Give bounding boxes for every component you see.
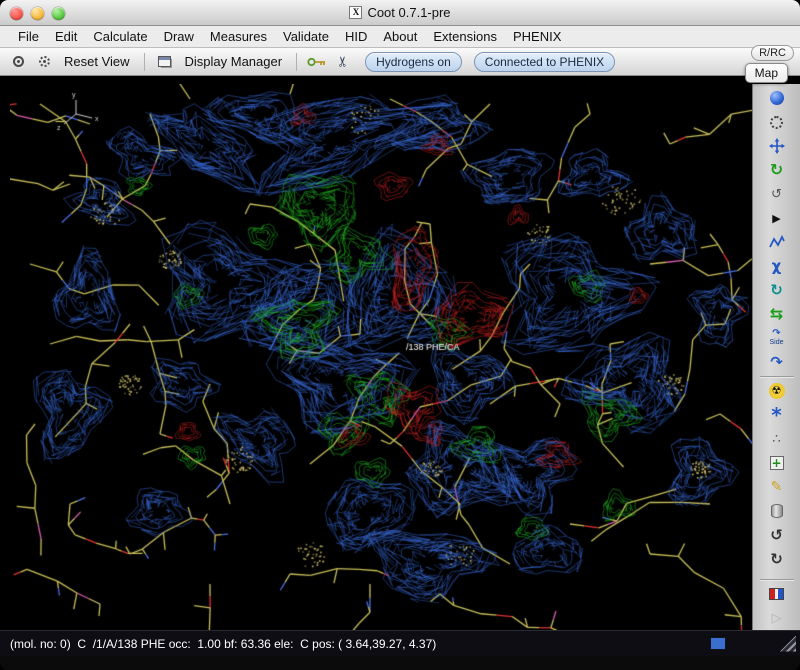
menu-validate[interactable]: Validate <box>275 29 337 44</box>
molecule-viewport[interactable] <box>10 84 752 630</box>
redo-icon: ↻ <box>770 552 783 567</box>
display-manager-button-icon[interactable] <box>155 52 175 72</box>
minimize-button[interactable] <box>31 7 44 20</box>
plus-box-icon: + <box>770 456 784 470</box>
titlebar[interactable]: X Coot 0.7.1-pre <box>0 0 800 26</box>
close-button[interactable] <box>10 7 23 20</box>
rt-button-delete-item[interactable] <box>757 499 797 523</box>
reset-view-button[interactable]: Reset View <box>60 52 134 71</box>
rt-button-clock[interactable] <box>757 110 797 134</box>
curved-arrow-blue-icon: ↷ <box>770 355 783 370</box>
play-outline-icon: ▷ <box>772 612 782 625</box>
menu-bar: File Edit Calculate Draw Measures Valida… <box>0 26 800 48</box>
dots-icon: ∴ <box>772 433 780 446</box>
go-to-atom-button[interactable] <box>307 52 327 72</box>
rt-button-translate[interactable] <box>757 134 797 158</box>
menu-draw[interactable]: Draw <box>156 29 202 44</box>
menu-measures[interactable]: Measures <box>202 29 275 44</box>
clock-icon <box>770 116 783 129</box>
side-flip-label: Side <box>769 339 783 347</box>
cut-tool-button[interactable]: ✂ <box>333 52 353 72</box>
main-area: ↻ ↺ ▶ χ ↻ ⇆ ↷ Side ↷ ☢ * ∴ + ✎ ↺ ↻ <box>0 76 800 630</box>
translate-arrows-icon <box>769 138 785 154</box>
rt-button-add-terminal-residue[interactable]: + <box>757 451 797 475</box>
toolbar-divider <box>760 579 794 580</box>
rrc-button[interactable]: R/RC <box>751 45 794 61</box>
rt-button-run-script[interactable]: ▷ <box>757 606 797 630</box>
display-manager-button[interactable]: Display Manager <box>181 52 287 71</box>
rt-button-play[interactable]: ▶ <box>757 206 797 230</box>
window-bottom-frame <box>0 656 800 670</box>
toolbar-divider <box>144 53 145 71</box>
rotate-ccw-small-icon: ↺ <box>771 188 782 201</box>
rt-button-swap[interactable]: ⇆ <box>757 302 797 326</box>
zigzag-icon <box>769 235 785 249</box>
modelling-toolbar: ↻ ↺ ▶ χ ↻ ⇆ ↷ Side ↷ ☢ * ∴ + ✎ ↺ ↻ <box>752 84 800 630</box>
rt-button-rotate[interactable]: ↻ <box>757 158 797 182</box>
undo-icon: ↺ <box>770 528 783 543</box>
sphere-icon <box>770 91 784 105</box>
zoom-button[interactable] <box>52 7 65 20</box>
rotate-cw-icon: ↻ <box>770 162 783 178</box>
x11-app-icon: X <box>349 6 362 19</box>
chi-icon: χ <box>772 259 782 274</box>
asterisk-icon: * <box>771 408 781 422</box>
main-toolbar: Reset View Display Manager ✂ Hydrogens o… <box>0 48 800 76</box>
rt-button-undo[interactable]: ↺ <box>757 523 797 547</box>
rt-button-display-issues[interactable] <box>757 582 797 606</box>
pencil-icon: ✎ <box>771 480 783 494</box>
toolbar-divider <box>296 53 297 71</box>
spin-view-icon <box>13 56 24 67</box>
radioactive-icon: ☢ <box>769 383 785 399</box>
rt-button-chi-angles[interactable] <box>757 230 797 254</box>
menu-phenix[interactable]: PHENIX <box>505 29 569 44</box>
title-wrap: X Coot 0.7.1-pre <box>349 5 450 20</box>
cylinder-icon <box>771 504 783 518</box>
toolbar-divider <box>760 376 794 377</box>
hydrogens-toggle-button[interactable]: Hydrogens on <box>365 52 462 72</box>
rt-button-redo[interactable]: ↻ <box>757 547 797 571</box>
windows-icon <box>158 56 171 67</box>
rt-button-side-chain-flip[interactable]: ↷ Side <box>757 326 797 350</box>
spin-view-button[interactable] <box>8 52 28 72</box>
rock-view-icon <box>39 56 50 67</box>
rt-button-jed-flip[interactable]: ↷ <box>757 350 797 374</box>
rock-view-button[interactable] <box>34 52 54 72</box>
menu-hid[interactable]: HID <box>337 29 375 44</box>
swap-arrows-icon: ⇆ <box>770 306 783 322</box>
rt-button-simple-mutate[interactable]: ✎ <box>757 475 797 499</box>
viewport-container <box>10 84 752 630</box>
menu-about[interactable]: About <box>375 29 425 44</box>
rotate-teal-icon: ↻ <box>770 283 783 298</box>
key-icon <box>307 57 327 67</box>
rt-button-add-alt-conf[interactable]: * <box>757 403 797 427</box>
rt-button-rotate-small[interactable]: ↺ <box>757 182 797 206</box>
rt-button-rotamers[interactable]: χ <box>757 254 797 278</box>
scissors-icon: ✂ <box>335 56 352 68</box>
menu-extensions[interactable]: Extensions <box>425 29 505 44</box>
curved-arrow-icon: ↷ <box>772 329 780 339</box>
rt-button-sphere[interactable] <box>757 86 797 110</box>
status-indicator <box>710 637 726 650</box>
phenix-status-button[interactable]: Connected to PHENIX <box>474 52 615 72</box>
status-text: (mol. no: 0) C /1/A/138 PHE occ: 1.00 bf… <box>10 637 702 651</box>
display-issues-icon <box>769 588 784 600</box>
window-title: Coot 0.7.1-pre <box>367 5 450 20</box>
menu-file[interactable]: File <box>10 29 47 44</box>
traffic-lights <box>10 7 65 20</box>
menu-edit[interactable]: Edit <box>47 29 85 44</box>
menu-calculate[interactable]: Calculate <box>85 29 155 44</box>
map-button[interactable]: Map <box>745 63 788 83</box>
coot-window: X Coot 0.7.1-pre File Edit Calculate Dra… <box>0 0 800 670</box>
rt-button-kill-sidechain[interactable]: ☢ <box>757 379 797 403</box>
status-bar: (mol. no: 0) C /1/A/138 PHE occ: 1.00 bf… <box>0 630 800 656</box>
rt-button-add-water[interactable]: ∴ <box>757 427 797 451</box>
resize-grip[interactable] <box>780 636 796 652</box>
rt-button-rotate-teal[interactable]: ↻ <box>757 278 797 302</box>
play-triangle-icon: ▶ <box>772 213 780 224</box>
